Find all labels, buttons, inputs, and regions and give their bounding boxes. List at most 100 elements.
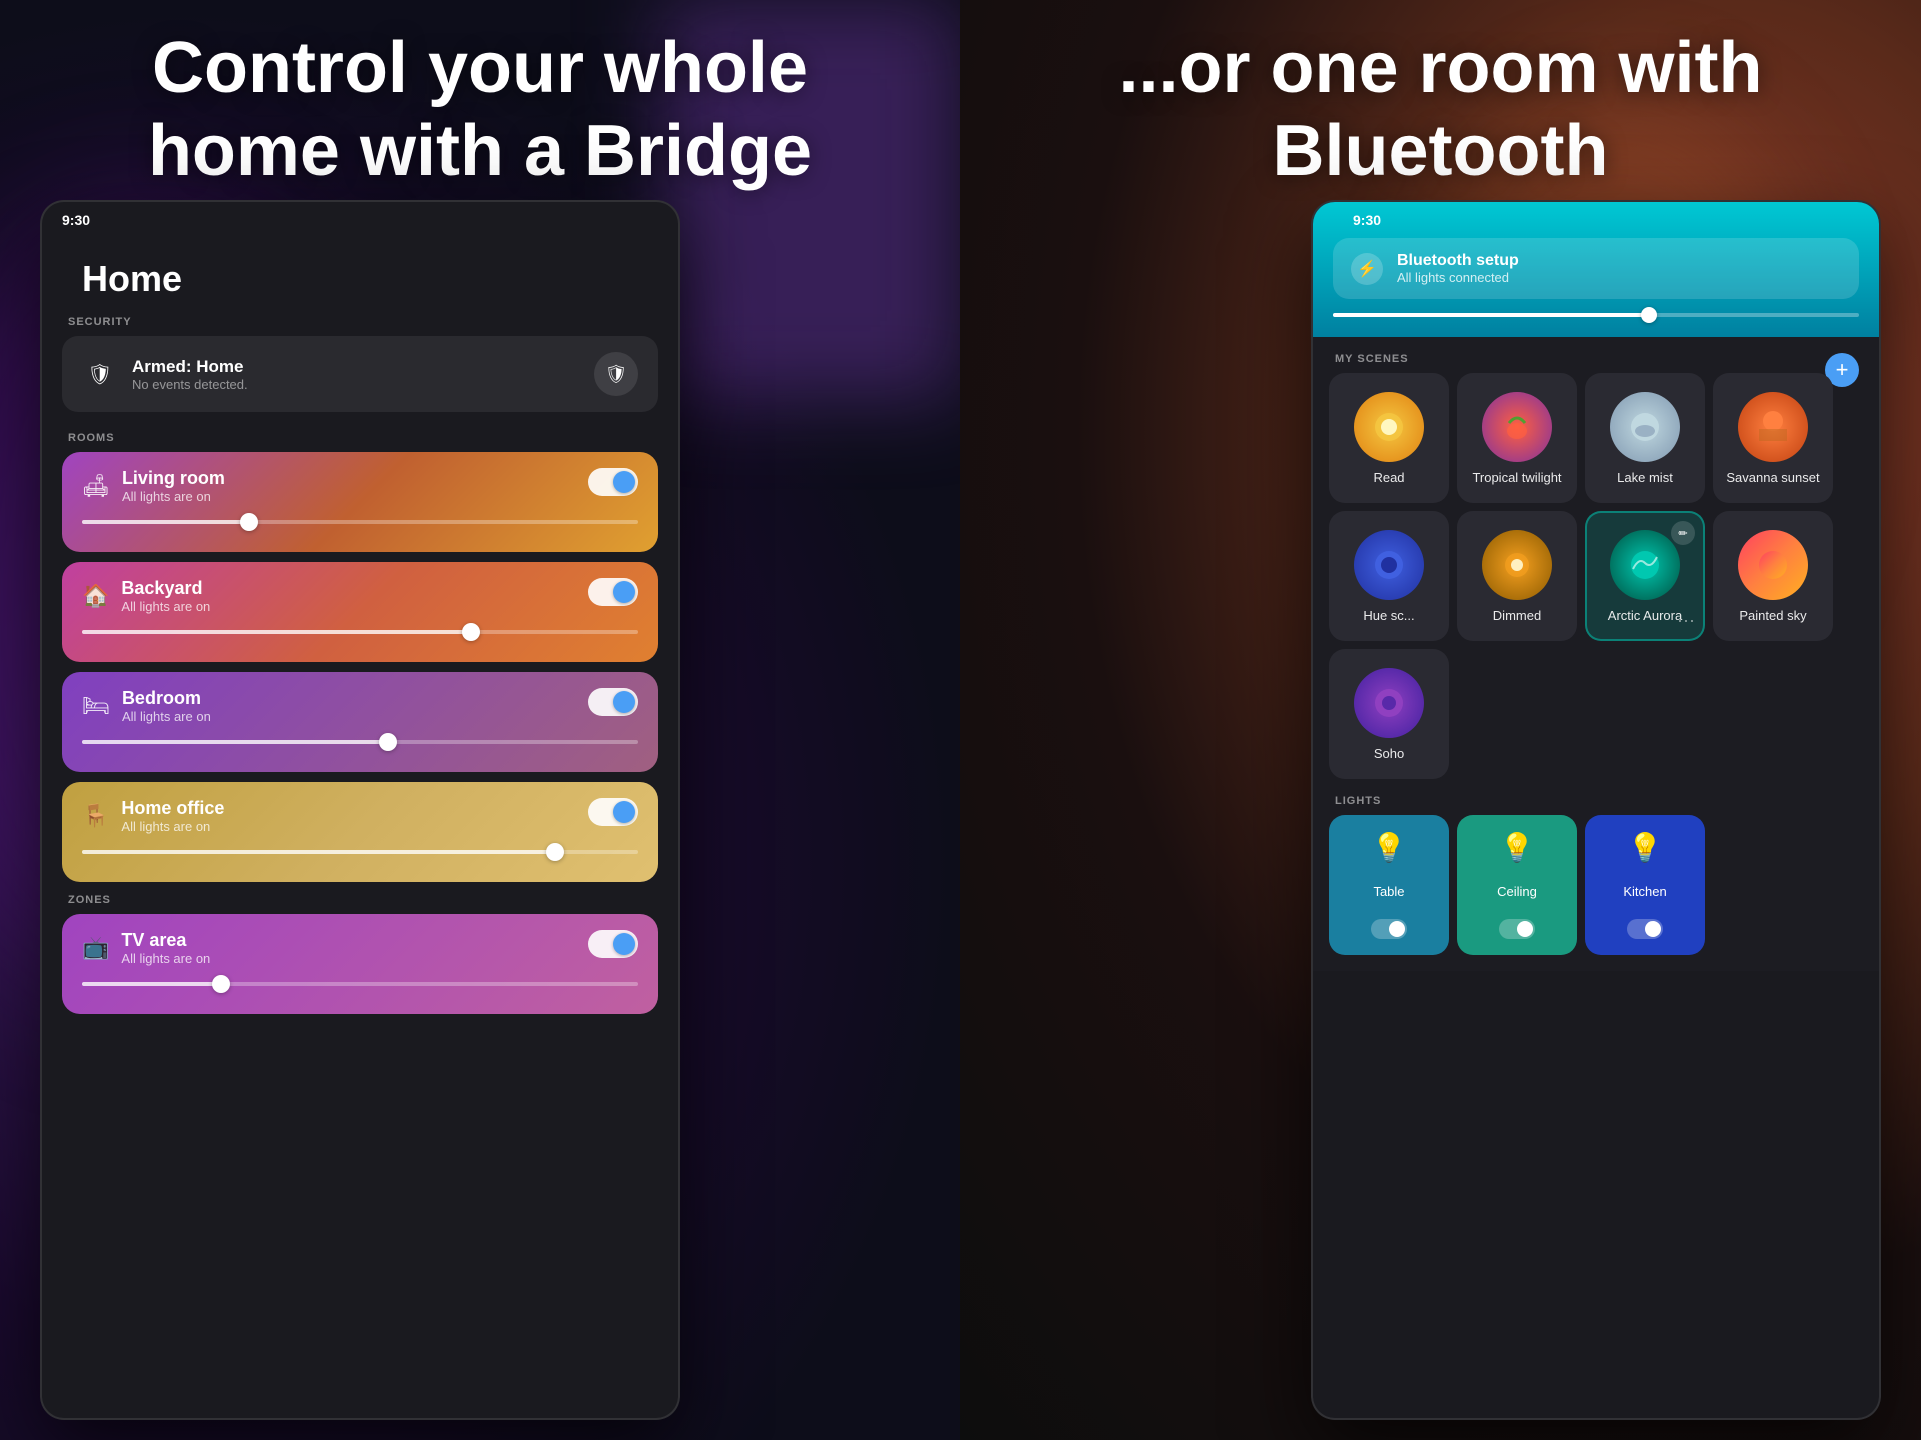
zones-section-label: ZONES bbox=[62, 894, 658, 914]
bedroom-slider[interactable] bbox=[82, 740, 638, 744]
slider-thumb[interactable] bbox=[462, 623, 480, 641]
bluetooth-progress[interactable] bbox=[1333, 313, 1859, 317]
scene-read[interactable]: Read bbox=[1329, 373, 1449, 503]
room-text: Backyard All lights are on bbox=[121, 578, 210, 614]
scene-edit-button[interactable]: ✏ bbox=[1671, 521, 1695, 545]
kitchen-light-toggle[interactable] bbox=[1627, 919, 1663, 939]
room-status: All lights are on bbox=[121, 951, 210, 966]
room-card-top: 🪑 Home office All lights are on bbox=[82, 798, 638, 834]
bluetooth-progress-fill bbox=[1333, 313, 1649, 317]
scene-dimmed[interactable]: Dimmed bbox=[1457, 511, 1577, 641]
painted-scene-thumb bbox=[1738, 530, 1808, 600]
hue-scene-thumb bbox=[1354, 530, 1424, 600]
light-name: Table bbox=[1373, 884, 1404, 899]
light-table[interactable]: 💡 Table bbox=[1329, 815, 1449, 955]
slider-fill bbox=[82, 520, 249, 524]
right-headline: ...or one room with Bluetooth bbox=[1020, 27, 1861, 193]
slider-thumb[interactable] bbox=[240, 513, 258, 531]
homeoffice-slider[interactable] bbox=[82, 850, 638, 854]
dimmed-scene-thumb bbox=[1482, 530, 1552, 600]
right-main: + MY SCENES Read Tropical twilight bbox=[1313, 337, 1879, 971]
slider-fill bbox=[82, 630, 471, 634]
light-name: Kitchen bbox=[1623, 884, 1666, 899]
security-text: Armed: Home No events detected. bbox=[132, 357, 248, 392]
scene-name: Arctic Aurora bbox=[1608, 608, 1682, 623]
bluetooth-header: 9:30 ⚡ Bluetooth setup All lights connec… bbox=[1313, 202, 1879, 337]
scenes-section: MY SCENES Read Tropical twilight bbox=[1329, 353, 1863, 779]
room-info: 🛏 Bedroom All lights are on bbox=[82, 688, 211, 724]
room-card-homeoffice[interactable]: 🪑 Home office All lights are on bbox=[62, 782, 658, 882]
ceiling-light-toggle[interactable] bbox=[1499, 919, 1535, 939]
scene-name: Lake mist bbox=[1617, 470, 1673, 485]
living-room-toggle[interactable] bbox=[588, 468, 638, 496]
security-action-button[interactable]: 🛡 bbox=[594, 352, 638, 396]
shield-icon: 🛡 bbox=[82, 356, 118, 392]
scene-savanna[interactable]: Savanna sunset bbox=[1713, 373, 1833, 503]
room-text: Living room All lights are on bbox=[122, 468, 225, 504]
left-app-content: Home SECURITY 🛡 Armed: Home No events de… bbox=[42, 238, 678, 1014]
header-area: Control your whole home with a Bridge ..… bbox=[0, 0, 1921, 220]
scene-tropical[interactable]: Tropical twilight bbox=[1457, 373, 1577, 503]
left-device: 9:30 Home SECURITY 🛡 Armed: Home No even… bbox=[40, 200, 680, 1420]
more-options-button[interactable]: ··· bbox=[1677, 610, 1695, 631]
left-time: 9:30 bbox=[62, 212, 90, 228]
slider-thumb[interactable] bbox=[379, 733, 397, 751]
bluetooth-icon: ⚡ bbox=[1351, 253, 1383, 285]
app-title: Home bbox=[62, 238, 658, 316]
scene-name: Tropical twilight bbox=[1472, 470, 1561, 485]
bedroom-toggle[interactable] bbox=[588, 688, 638, 716]
office-icon: 🪑 bbox=[82, 803, 109, 829]
scene-painted[interactable]: Painted sky bbox=[1713, 511, 1833, 641]
scene-soho[interactable]: Soho bbox=[1329, 649, 1449, 779]
bluetooth-progress-thumb[interactable] bbox=[1641, 307, 1657, 323]
backyard-slider[interactable] bbox=[82, 630, 638, 634]
scene-name: Hue sc... bbox=[1363, 608, 1414, 623]
room-name: Bedroom bbox=[122, 688, 211, 709]
room-card-backyard[interactable]: 🏠 Backyard All lights are on bbox=[62, 562, 658, 662]
room-card-top: 🛋 Living room All lights are on bbox=[82, 468, 638, 504]
room-name: Living room bbox=[122, 468, 225, 489]
room-info: 🛋 Living room All lights are on bbox=[82, 468, 225, 504]
right-status-bar: 9:30 bbox=[1333, 202, 1859, 238]
room-text: TV area All lights are on bbox=[121, 930, 210, 966]
lake-scene-thumb bbox=[1610, 392, 1680, 462]
room-card-top: 📺 TV area All lights are on bbox=[82, 930, 638, 966]
security-left: 🛡 Armed: Home No events detected. bbox=[82, 356, 248, 392]
slider-thumb[interactable] bbox=[546, 843, 564, 861]
scene-lake[interactable]: Lake mist bbox=[1585, 373, 1705, 503]
backyard-toggle[interactable] bbox=[588, 578, 638, 606]
bluetooth-card[interactable]: ⚡ Bluetooth setup All lights connected bbox=[1333, 238, 1859, 299]
room-info: 📺 TV area All lights are on bbox=[82, 930, 210, 966]
scenes-grid: Read Tropical twilight Lake mist bbox=[1329, 373, 1863, 779]
sofa-icon: 🛋 bbox=[82, 473, 110, 499]
header-right: ...or one room with Bluetooth bbox=[960, 7, 1921, 213]
scene-hue[interactable]: Hue sc... bbox=[1329, 511, 1449, 641]
read-scene-thumb bbox=[1354, 392, 1424, 462]
left-headline: Control your whole home with a Bridge bbox=[60, 27, 900, 193]
bed-icon: 🛏 bbox=[82, 693, 110, 719]
homeoffice-toggle[interactable] bbox=[588, 798, 638, 826]
tvarea-toggle[interactable] bbox=[588, 930, 638, 958]
arctic-scene-thumb bbox=[1610, 530, 1680, 600]
scene-arctic[interactable]: ✏ Arctic Aurora ··· bbox=[1585, 511, 1705, 641]
light-ceiling[interactable]: 💡 Ceiling bbox=[1457, 815, 1577, 955]
room-status: All lights are on bbox=[122, 709, 211, 724]
room-card-tvarea[interactable]: 📺 TV area All lights are on bbox=[62, 914, 658, 1014]
room-card-top: 🛏 Bedroom All lights are on bbox=[82, 688, 638, 724]
room-card-living[interactable]: 🛋 Living room All lights are on bbox=[62, 452, 658, 552]
bulb-icon: 💡 bbox=[1500, 831, 1535, 864]
slider-track bbox=[82, 630, 638, 634]
bulb-icon: 💡 bbox=[1372, 831, 1407, 864]
living-room-slider[interactable] bbox=[82, 520, 638, 524]
room-card-bedroom[interactable]: 🛏 Bedroom All lights are on bbox=[62, 672, 658, 772]
slider-track bbox=[82, 850, 638, 854]
light-kitchen[interactable]: 💡 Kitchen bbox=[1585, 815, 1705, 955]
tvarea-slider[interactable] bbox=[82, 982, 638, 986]
room-card-top: 🏠 Backyard All lights are on bbox=[82, 578, 638, 614]
room-status: All lights are on bbox=[121, 819, 224, 834]
room-status: All lights are on bbox=[121, 599, 210, 614]
security-card[interactable]: 🛡 Armed: Home No events detected. 🛡 bbox=[62, 336, 658, 412]
table-light-toggle[interactable] bbox=[1371, 919, 1407, 939]
header-left: Control your whole home with a Bridge bbox=[0, 7, 960, 213]
slider-thumb[interactable] bbox=[212, 975, 230, 993]
